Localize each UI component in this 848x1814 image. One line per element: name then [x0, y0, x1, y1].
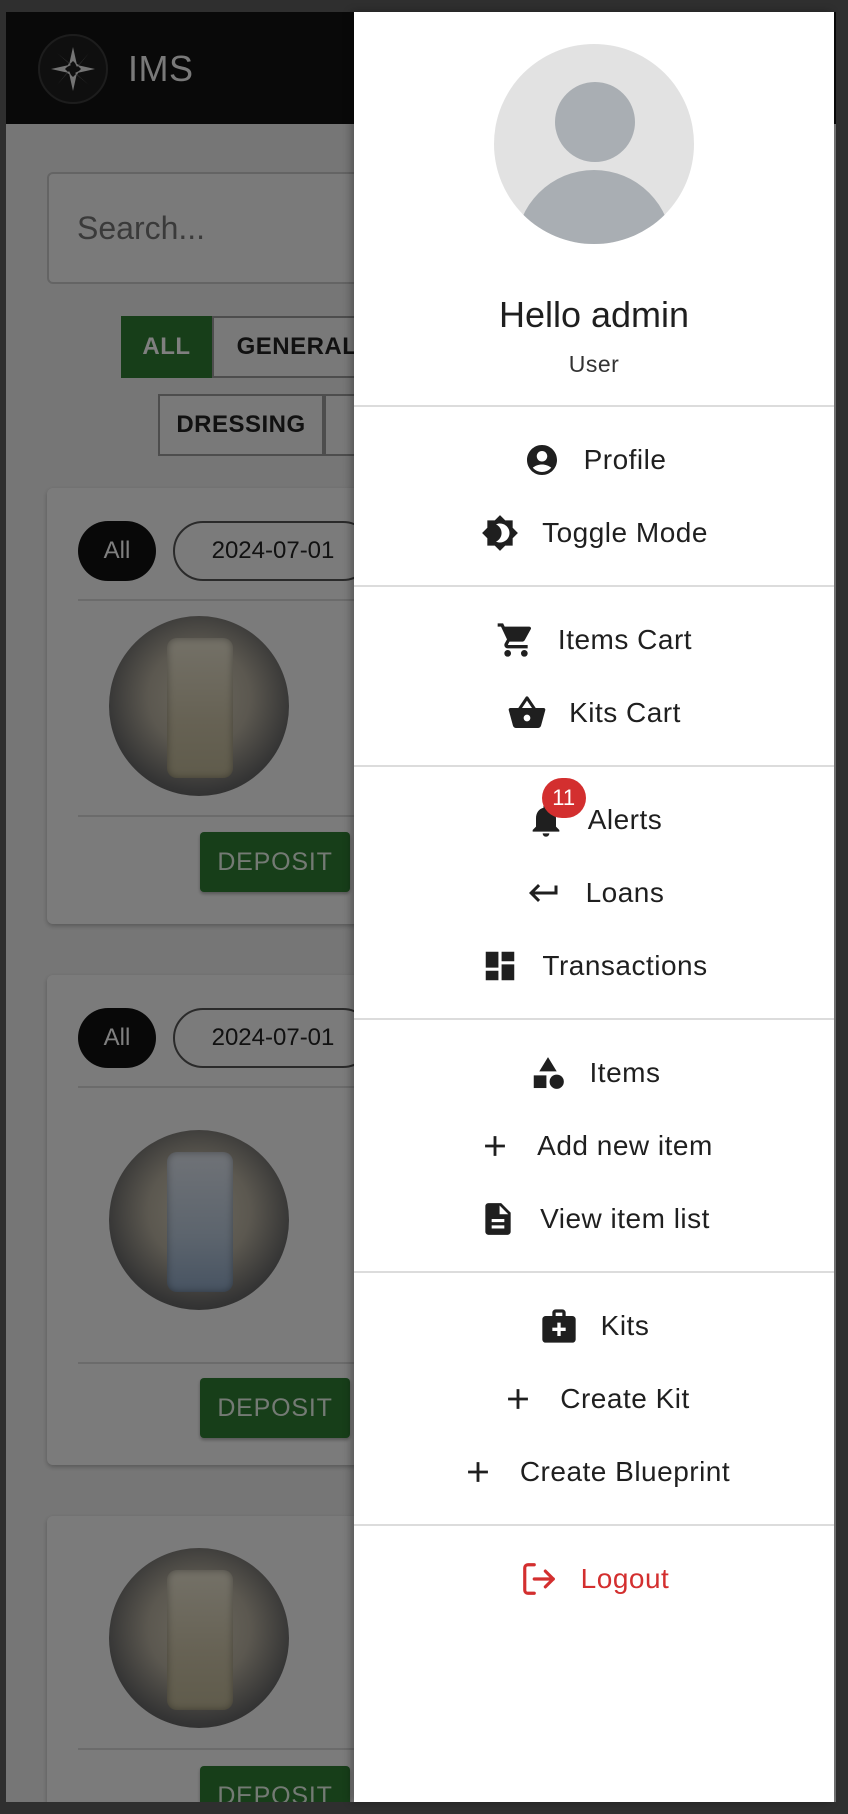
menu-item-label: Profile: [583, 444, 667, 475]
menu-item-create-blueprint[interactable]: Create Blueprint: [354, 1442, 834, 1502]
menu-item-label: Kits Cart: [569, 697, 681, 728]
alerts-count-badge: 11: [541, 778, 586, 818]
menu-item-label: Create Kit: [560, 1383, 690, 1414]
user-role: User: [568, 351, 620, 377]
divider: [354, 1271, 834, 1273]
menu-item-profile[interactable]: Profile: [354, 430, 834, 490]
navigation-drawer: Hello admin User Profile Toggle Mode Ite…: [354, 12, 834, 1802]
menu-item-add-new-item[interactable]: Add new item: [354, 1116, 834, 1176]
menu-item-loans[interactable]: Loans: [354, 863, 834, 923]
avatar[interactable]: [494, 44, 694, 244]
category-icon: [528, 1053, 568, 1093]
divider: [354, 405, 834, 407]
menu-item-kits-cart[interactable]: Kits Cart: [354, 683, 834, 743]
menu-item-alerts[interactable]: 11 Alerts: [354, 778, 834, 850]
menu-item-label: Create Blueprint: [519, 1456, 731, 1487]
dashboard-icon: [480, 946, 520, 986]
menu-item-label: View item list: [540, 1203, 710, 1234]
medical-bag-icon: [539, 1306, 579, 1346]
menu-item-create-kit[interactable]: Create Kit: [354, 1369, 834, 1429]
bell-icon: 11: [526, 778, 586, 840]
menu-item-view-item-list[interactable]: View item list: [354, 1189, 834, 1249]
basket-icon: [507, 693, 547, 733]
divider: [354, 1018, 834, 1020]
account-circle-icon: [522, 440, 562, 480]
menu-item-label: Add new item: [537, 1130, 713, 1161]
plus-icon: [458, 1452, 498, 1492]
menu-item-transactions[interactable]: Transactions: [354, 936, 834, 996]
menu-item-label: Loans: [585, 877, 665, 908]
menu-item-label: Logout: [580, 1563, 670, 1594]
divider: [354, 765, 834, 767]
plus-icon: [475, 1126, 515, 1166]
cart-icon: [496, 620, 536, 660]
menu-item-label: Alerts: [587, 804, 663, 835]
document-icon: [478, 1199, 518, 1239]
return-arrow-icon: [524, 873, 564, 913]
greeting-text: Hello admin: [498, 294, 690, 335]
menu-item-items-cart[interactable]: Items Cart: [354, 610, 834, 670]
logout-button[interactable]: Logout: [354, 1549, 834, 1609]
menu-item-label: Items Cart: [557, 624, 693, 655]
menu-item-label: Items: [589, 1057, 661, 1088]
plus-icon: [498, 1379, 538, 1419]
divider: [354, 1524, 834, 1526]
brightness-icon: [480, 513, 520, 553]
menu-item-kits[interactable]: Kits: [354, 1296, 834, 1356]
menu-item-toggle-mode[interactable]: Toggle Mode: [354, 503, 834, 563]
logout-icon: [519, 1559, 559, 1599]
menu-item-label: Toggle Mode: [542, 517, 708, 548]
divider: [354, 585, 834, 587]
menu-item-label: Kits: [600, 1310, 650, 1341]
menu-item-label: Transactions: [542, 950, 708, 981]
menu-item-items[interactable]: Items: [354, 1043, 834, 1103]
